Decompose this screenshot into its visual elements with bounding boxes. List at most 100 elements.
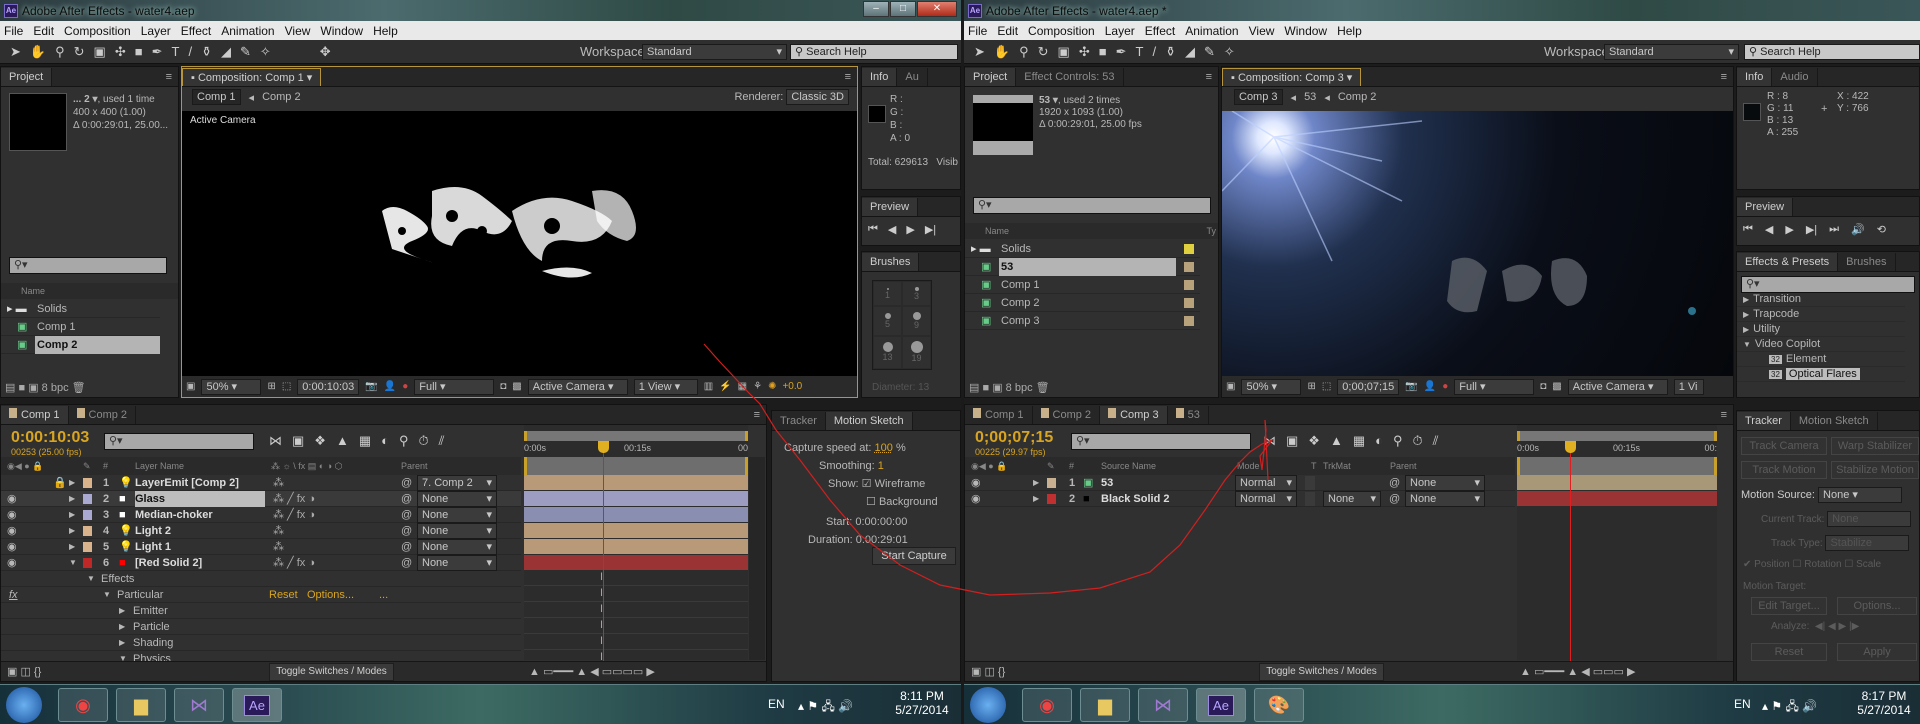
frame-blending-icon[interactable]: ▦: [359, 433, 371, 449]
menu-file[interactable]: File: [4, 24, 23, 38]
workspace-select[interactable]: Standard ▾: [642, 44, 787, 60]
tab-tracker[interactable]: Tracker: [772, 412, 826, 430]
current-time-field[interactable]: 0;00;07;15: [1337, 378, 1400, 395]
panel-menu-icon[interactable]: ≡: [839, 68, 857, 86]
visibility-eye-icon[interactable]: ◉: [7, 555, 17, 571]
breadcrumb-comp-2[interactable]: Comp 2: [262, 91, 301, 103]
visibility-eye-icon[interactable]: ◉: [7, 491, 17, 507]
selection-tool-icon[interactable]: ➤: [10, 44, 21, 60]
new-comp-icon[interactable]: ▣: [992, 382, 1002, 394]
bpc-button[interactable]: 8 bpc: [42, 382, 69, 394]
effects-preset-item[interactable]: ▼ Video Copilot: [1737, 337, 1905, 352]
pen-tool-icon[interactable]: ✒: [1116, 44, 1127, 60]
warp-stabilizer-button[interactable]: Warp Stabilizer: [1831, 437, 1919, 455]
snapshot-icon[interactable]: 📷: [1405, 381, 1417, 392]
lock-icon[interactable]: 🔒: [53, 475, 67, 491]
loop-icon[interactable]: ⟲: [1877, 223, 1886, 236]
zoom-tool-icon[interactable]: ⚲: [55, 44, 65, 60]
effect-property-row[interactable]: fx ▼ Particular Reset Options......: [1, 587, 521, 603]
effects-search-input[interactable]: ⚲▾: [1741, 276, 1915, 293]
capture-speed-value[interactable]: 100: [875, 442, 893, 454]
expand-triangle-icon[interactable]: ▶: [119, 603, 125, 619]
collapse-triangle-icon[interactable]: ▼: [103, 587, 111, 603]
parent-pickwhip-icon[interactable]: @: [1389, 491, 1400, 507]
visibility-eye-icon[interactable]: ◉: [7, 539, 17, 555]
smoothing-value[interactable]: 1: [878, 460, 884, 472]
auto-keyframe-icon[interactable]: ⏱: [419, 433, 429, 449]
parent-select[interactable]: None ▾: [417, 491, 497, 507]
effects-preset-item[interactable]: ▶ Utility: [1737, 322, 1905, 337]
project-item[interactable]: ▣ Comp 2: [965, 294, 1200, 312]
minimize-button[interactable]: –: [863, 1, 889, 17]
brush-preset[interactable]: 1: [873, 281, 902, 307]
visibility-eye-icon[interactable]: ◉: [7, 523, 17, 539]
layer-name[interactable]: Light 2: [135, 523, 265, 539]
mode-select[interactable]: Normal ▾: [1235, 491, 1297, 507]
position-checkbox[interactable]: ✔: [1743, 559, 1751, 570]
chrome-taskbar-icon[interactable]: ◉: [1022, 688, 1072, 722]
layer-name[interactable]: Glass: [135, 491, 265, 507]
breadcrumb-comp-2[interactable]: Comp 2: [1338, 91, 1377, 103]
tab-project[interactable]: Project: [965, 68, 1017, 86]
audio-icon[interactable]: 🔊: [1851, 223, 1865, 236]
layer-switches[interactable]: ⁂: [273, 475, 284, 491]
interpret-footage-icon[interactable]: ▤: [969, 382, 979, 394]
tab-timeline-comp-2[interactable]: Comp 2: [1033, 406, 1101, 424]
expand-triangle-icon[interactable]: ▶: [69, 523, 75, 539]
motion-blur-icon[interactable]: ◐: [1375, 433, 1383, 449]
source-name[interactable]: 53: [1101, 475, 1113, 491]
hand-tool-icon[interactable]: ✋: [994, 44, 1010, 60]
pan-behind-tool-icon[interactable]: ✣: [115, 44, 126, 60]
timeline-footer-icons[interactable]: ▣ ◫ {}: [971, 665, 1005, 678]
collapse-triangle-icon[interactable]: ▼: [69, 555, 77, 571]
after-effects-taskbar-icon[interactable]: Ae: [1196, 688, 1246, 722]
work-area-bar[interactable]: [524, 431, 748, 441]
preserve-transparency-checkbox[interactable]: [1305, 476, 1315, 490]
layer-duration-bar[interactable]: [1517, 475, 1717, 490]
parent-pickwhip-icon[interactable]: @: [401, 491, 412, 507]
label-color-swatch[interactable]: [1184, 244, 1194, 254]
camera-tool-icon[interactable]: ▣: [1058, 44, 1070, 60]
reset-button[interactable]: Reset: [1751, 643, 1827, 661]
expand-triangle-icon[interactable]: ▶: [69, 507, 75, 523]
graph-editor-icon[interactable]: ⫽: [439, 433, 445, 449]
pen-tool-icon[interactable]: ✒: [152, 44, 163, 60]
zoom-navigator[interactable]: [1517, 457, 1717, 475]
timeline-zoom-slider[interactable]: ▲ ▭━━━ ▲ ◀ ▭▭▭▭ ▶: [529, 665, 655, 678]
timeline-current-time[interactable]: 0:00:10:03: [11, 429, 89, 447]
paint-taskbar-icon[interactable]: 🎨: [1254, 688, 1304, 722]
label-color-swatch[interactable]: [83, 510, 92, 520]
label-color-swatch[interactable]: [83, 478, 92, 488]
timeline-scrollbar[interactable]: [749, 457, 765, 660]
effects-preset-item[interactable]: ▶ Trapcode: [1737, 307, 1905, 322]
tab-motion-sketch[interactable]: Motion Sketch: [825, 412, 913, 430]
start-button[interactable]: [970, 687, 1006, 723]
trash-icon[interactable]: 🗑: [1036, 382, 1050, 394]
time-graph[interactable]: 0:00s 00:15s 00:: [1517, 425, 1717, 661]
layer-duration-bar[interactable]: [524, 491, 748, 506]
comp-viewer[interactable]: [1222, 111, 1733, 377]
brainstorm-icon[interactable]: ⚲: [1393, 433, 1403, 449]
renderer-button[interactable]: Classic 3D: [786, 89, 849, 105]
expand-triangle-icon[interactable]: ▶: [69, 491, 75, 507]
reset-link[interactable]: Reset: [269, 587, 298, 603]
layer-row[interactable]: ◉ ▶ 1 ▣ 53 Normal ▾ @ None ▾: [965, 475, 1515, 491]
graph-editor-icon[interactable]: ⫽: [1433, 433, 1439, 449]
explorer-taskbar-icon[interactable]: ▆: [116, 688, 166, 722]
draft-3d-icon[interactable]: ❖: [314, 433, 326, 449]
always-preview-icon[interactable]: ▣: [186, 381, 195, 392]
menu-view[interactable]: View: [1249, 24, 1275, 38]
brush-tool-icon[interactable]: /: [188, 44, 192, 59]
rotate-tool-icon[interactable]: ↻: [1038, 44, 1049, 60]
after-effects-taskbar-icon[interactable]: Ae: [232, 688, 282, 722]
menu-effect[interactable]: Effect: [1145, 24, 1175, 38]
layer-row[interactable]: ◉ ▶ 5 💡 Light 1 ⁂ @ None ▾: [1, 539, 521, 555]
collapse-triangle-icon[interactable]: ▼: [87, 571, 95, 587]
tab-timeline-comp-1[interactable]: Comp 1: [1, 406, 69, 424]
hand-tool-icon[interactable]: ✋: [30, 44, 46, 60]
label-color-swatch[interactable]: [1184, 298, 1194, 308]
expand-triangle-icon[interactable]: ▶: [1033, 475, 1039, 491]
parent-select[interactable]: None ▾: [417, 507, 497, 523]
layer-name[interactable]: [Red Solid 2]: [135, 555, 265, 571]
playhead-handle[interactable]: [1565, 441, 1576, 453]
